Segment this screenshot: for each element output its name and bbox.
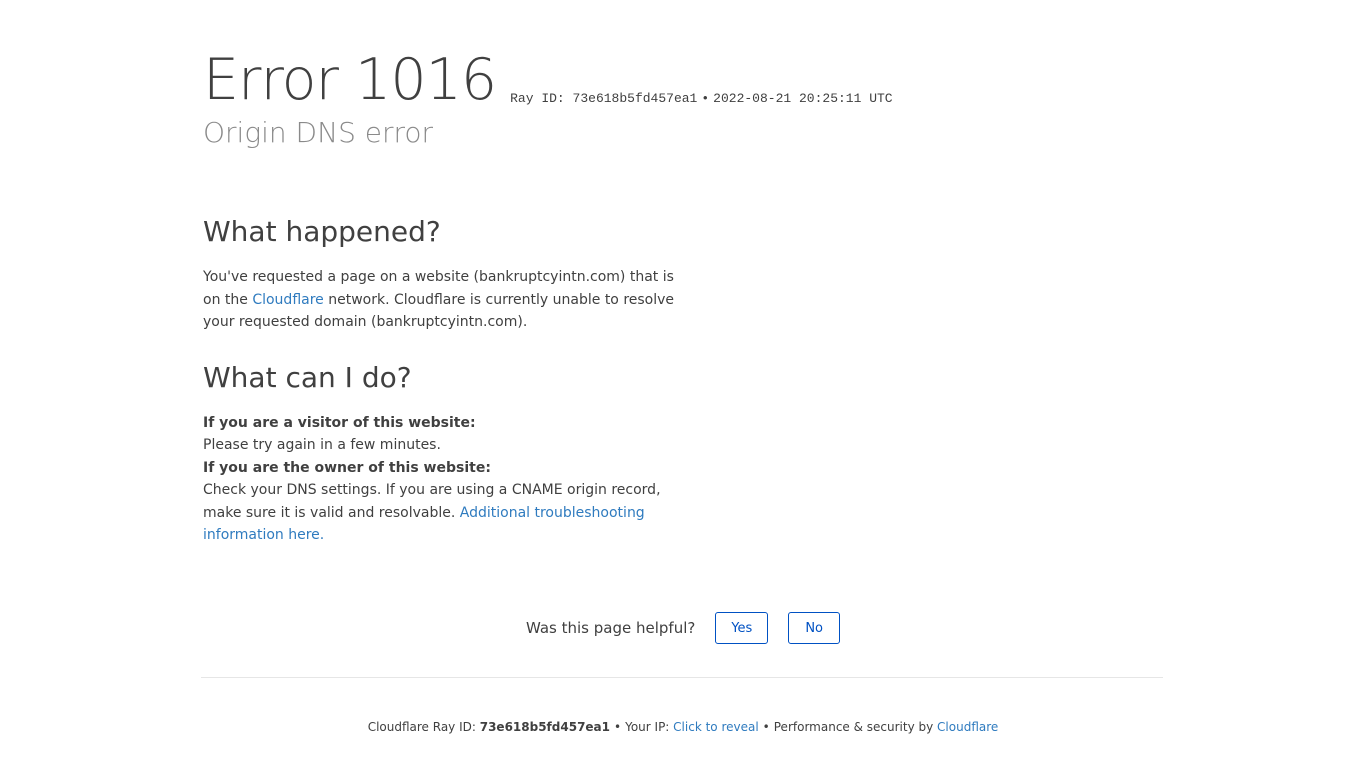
footer: Cloudflare Ray ID: 73e618b5fd457ea1 • Your… <box>0 718 1366 736</box>
footer-divider <box>201 677 1163 678</box>
error-header: Error 1016 Ray ID: 73e618b5fd457ea1 • 2022… <box>203 48 1163 150</box>
error-page: Error 1016 Ray ID: 73e618b5fd457ea1 • 2022… <box>0 0 1366 768</box>
footer-cloudflare-link[interactable]: Cloudflare <box>937 720 998 734</box>
feedback-bar: Was this page helpful? Yes No <box>0 612 1366 644</box>
footer-separator-1: • <box>614 720 622 734</box>
footer-separator-2: • <box>762 720 770 734</box>
ray-id-label: Ray ID: 73e618b5fd457ea1 <box>510 91 698 106</box>
error-subtitle: Origin DNS error <box>203 116 434 149</box>
visitor-advice: If you are a visitor of this website: Pl… <box>203 412 683 457</box>
feedback-yes-button[interactable]: Yes <box>715 612 769 644</box>
cloudflare-link[interactable]: Cloudflare <box>252 292 323 308</box>
owner-advice: If you are the owner of this website: Ch… <box>203 457 683 547</box>
ray-separator: • <box>701 91 710 106</box>
error-timestamp: 2022-08-21 20:25:11 UTC <box>713 91 893 106</box>
title-row: Error 1016 Ray ID: 73e618b5fd457ea1 • 2022… <box>203 48 1163 112</box>
footer-ray-id: 73e618b5fd457ea1 <box>479 720 611 734</box>
feedback-question: Was this page helpful? <box>525 619 696 637</box>
visitor-label: If you are a visitor of this website: <box>203 414 476 431</box>
error-title: Error 1016 <box>203 47 497 113</box>
what-can-i-do-section: What can I do? If you are a visitor of t… <box>203 358 683 547</box>
reveal-ip-link[interactable]: Click to reveal <box>673 720 759 734</box>
feedback-no-button[interactable]: No <box>788 612 841 644</box>
footer-ip-prefix: Your IP: <box>625 720 674 734</box>
owner-label: If you are the owner of this website: <box>203 459 491 476</box>
what-happened-text: You've requested a page on a website (ba… <box>203 266 683 334</box>
ray-meta: Ray ID: 73e618b5fd457ea1 • 2022-08-21 20:2… <box>510 91 892 106</box>
error-content: What happened? You've requested a page o… <box>203 212 683 547</box>
footer-perf-text: Performance & security by <box>773 720 938 734</box>
what-happened-section: What happened? You've requested a page o… <box>203 212 683 334</box>
what-can-i-do-heading: What can I do? <box>203 360 412 394</box>
footer-ray-prefix: Cloudflare Ray ID: <box>367 720 480 734</box>
what-happened-heading: What happened? <box>203 215 441 248</box>
visitor-text: Please try again in a few minutes. <box>203 437 441 453</box>
